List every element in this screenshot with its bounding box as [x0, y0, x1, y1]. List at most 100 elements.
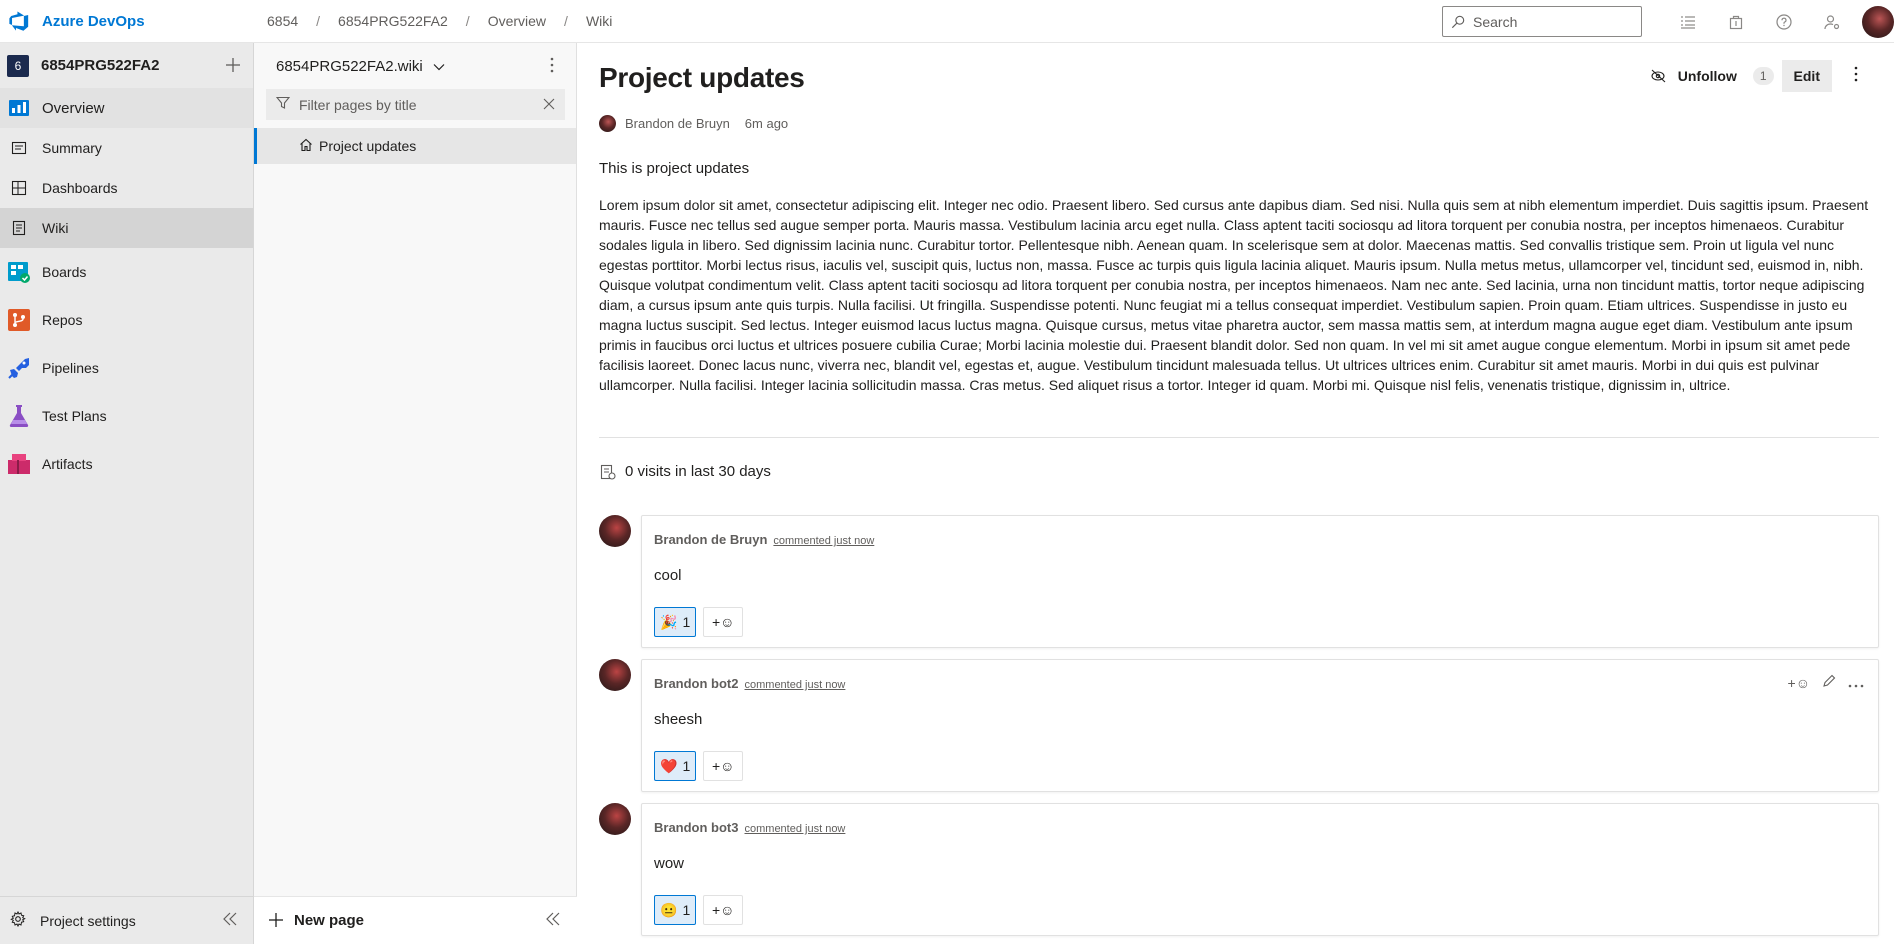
- new-page-button[interactable]: New page: [254, 896, 577, 944]
- search-icon: [1451, 15, 1465, 28]
- breadcrumb: 6854 / 6854PRG522FA2 / Overview / Wiki: [265, 13, 614, 29]
- nav-item-label: Pipelines: [42, 360, 99, 376]
- more-horizontal-icon[interactable]: [1848, 675, 1864, 691]
- work-items-icon[interactable]: [1664, 0, 1712, 43]
- reaction-count: 1: [682, 902, 691, 918]
- unfollow-label: Unfollow: [1677, 68, 1737, 84]
- repos-icon: [7, 308, 31, 332]
- breadcrumb-wiki[interactable]: Wiki: [584, 13, 614, 29]
- brand-name: Azure DevOps: [42, 12, 145, 30]
- nav-item-wiki[interactable]: Wiki: [0, 208, 253, 248]
- project-header[interactable]: 6 6854PRG522FA2: [0, 43, 253, 88]
- marketplace-icon[interactable]: [1712, 0, 1760, 43]
- search-box[interactable]: [1442, 6, 1642, 37]
- add-reaction-button[interactable]: +☺: [703, 895, 744, 925]
- project-badge: 6: [7, 54, 29, 77]
- boards-icon: [7, 260, 31, 284]
- divider: [599, 437, 1879, 438]
- edit-pencil-icon[interactable]: [1822, 674, 1836, 691]
- nav-item-overview[interactable]: Overview: [0, 88, 253, 128]
- project-settings[interactable]: Project settings: [0, 896, 254, 944]
- collapse-nav-icon[interactable]: [222, 912, 238, 929]
- artifacts-icon: [7, 452, 31, 476]
- left-navigation: 6 6854PRG522FA2 Overview Summary Dashboa…: [0, 43, 254, 944]
- add-reaction-icon[interactable]: +☺: [1788, 675, 1810, 691]
- comment-header: Brandon de Bruyn commented just now: [654, 532, 874, 547]
- page-author-row: Brandon de Bruyn 6m ago: [599, 115, 788, 132]
- gear-icon: [10, 910, 26, 930]
- nav-item-pipelines[interactable]: Pipelines: [0, 344, 253, 392]
- more-vertical-icon[interactable]: [1846, 65, 1866, 88]
- avatar: [599, 115, 616, 132]
- nav-item-label: Summary: [42, 140, 102, 156]
- page-visits-label: 0 visits in last 30 days: [625, 463, 771, 480]
- brand[interactable]: Azure DevOps: [0, 10, 265, 32]
- wiki-tree-panel: 6854PRG522FA2.wiki Project updates New p…: [254, 43, 577, 944]
- wiki-page-content: Project updates Unfollow 1 Edit Brandon …: [578, 43, 1894, 944]
- nav-item-label: Wiki: [42, 220, 69, 236]
- comment-author[interactable]: Brandon bot2: [654, 676, 739, 691]
- comment: Brandon de Bruyn commented just now cool…: [599, 515, 1879, 648]
- add-icon[interactable]: [213, 53, 253, 79]
- filter-pages-box[interactable]: [266, 89, 565, 120]
- clear-filter-icon[interactable]: [543, 97, 555, 113]
- comment-author[interactable]: Brandon de Bruyn: [654, 532, 767, 547]
- party-icon: 🎉: [660, 613, 678, 630]
- filter-icon: [275, 96, 291, 113]
- comment-time[interactable]: commented just now: [773, 535, 874, 547]
- nav-item-artifacts[interactable]: Artifacts: [0, 440, 253, 488]
- comment-time[interactable]: commented just now: [745, 823, 846, 835]
- unfollow-icon: [1651, 69, 1666, 83]
- nav-item-label: Boards: [42, 264, 87, 280]
- avatar: [599, 659, 631, 691]
- comment-time[interactable]: commented just now: [745, 679, 846, 691]
- page-title: Project updates: [599, 62, 805, 93]
- breadcrumb-org[interactable]: 6854: [265, 13, 300, 29]
- avatar[interactable]: [1862, 5, 1894, 38]
- nav-item-label: Artifacts: [42, 456, 93, 472]
- reaction-button[interactable]: ❤️ 1: [654, 751, 697, 781]
- azure-devops-logo-icon: [9, 11, 29, 31]
- nav-item-summary[interactable]: Summary: [0, 128, 253, 168]
- reaction-button[interactable]: 😐 1: [654, 895, 697, 925]
- reaction-button[interactable]: 🎉 1: [654, 607, 697, 637]
- help-icon[interactable]: [1760, 0, 1808, 43]
- avatar: [599, 803, 631, 835]
- new-page-label: New page: [294, 912, 365, 929]
- comment-header: Brandon bot3 commented just now: [654, 820, 845, 835]
- add-reaction-button[interactable]: +☺: [703, 607, 744, 637]
- tree-item-project-updates[interactable]: Project updates: [254, 128, 576, 164]
- page-author[interactable]: Brandon de Bruyn: [625, 116, 730, 131]
- page-actions: Unfollow 1 Edit: [1650, 60, 1866, 92]
- search-input[interactable]: [1473, 13, 1623, 30]
- nav-item-label: Dashboards: [42, 180, 118, 196]
- edit-button[interactable]: Edit: [1781, 60, 1832, 92]
- comment-text: sheesh: [654, 711, 703, 728]
- comment-reactions: 🎉 1 +☺: [654, 607, 744, 637]
- heart-icon: ❤️: [660, 757, 678, 774]
- breadcrumb-project[interactable]: 6854PRG522FA2: [336, 13, 450, 29]
- more-vertical-icon[interactable]: [550, 57, 554, 78]
- nav-item-dashboards[interactable]: Dashboards: [0, 168, 253, 208]
- wiki-selector[interactable]: 6854PRG522FA2.wiki: [254, 43, 576, 89]
- breadcrumb-overview[interactable]: Overview: [486, 13, 548, 29]
- nav-item-test-plans[interactable]: Test Plans: [0, 392, 253, 440]
- nav-item-repos[interactable]: Repos: [0, 296, 253, 344]
- user-settings-icon[interactable]: [1808, 0, 1856, 43]
- page-intro-text: This is project updates: [599, 160, 750, 177]
- test-plans-icon: [7, 404, 31, 428]
- unfollow-button[interactable]: Unfollow: [1650, 68, 1737, 84]
- follower-count-badge: 1: [1752, 67, 1774, 85]
- confused-face-icon: 😐: [660, 901, 678, 918]
- project-name[interactable]: 6854PRG522FA2: [41, 57, 213, 74]
- filter-pages-input[interactable]: [299, 96, 543, 113]
- comment-card: Brandon bot2 commented just now +☺ shees…: [641, 659, 1879, 792]
- top-bar: Azure DevOps 6854 / 6854PRG522FA2 / Over…: [0, 0, 1894, 43]
- comment-author[interactable]: Brandon bot3: [654, 820, 739, 835]
- breadcrumb-separator: /: [465, 13, 470, 29]
- reaction-count: 1: [682, 614, 691, 630]
- add-reaction-button[interactable]: +☺: [703, 751, 744, 781]
- nav-item-label: Overview: [42, 99, 105, 117]
- collapse-tree-icon[interactable]: [545, 912, 561, 929]
- nav-item-boards[interactable]: Boards: [0, 248, 253, 296]
